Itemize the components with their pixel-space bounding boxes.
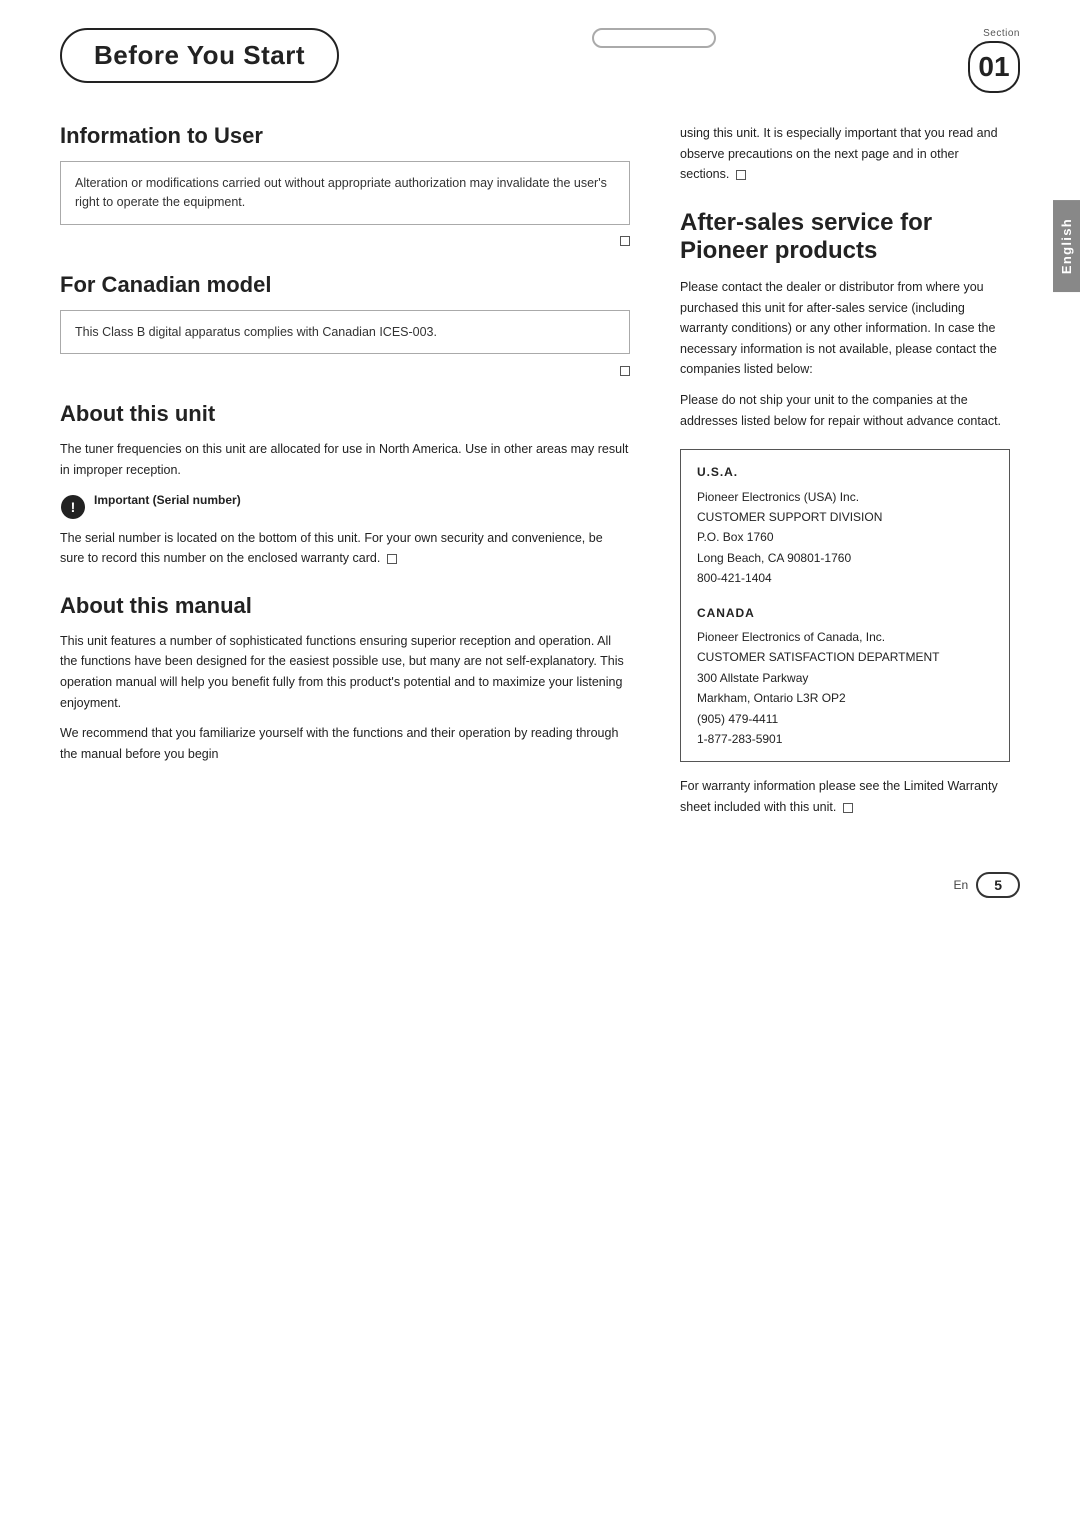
- empty-pill: [592, 28, 716, 48]
- square-icon-4: [736, 170, 746, 180]
- info-to-user-box: Alteration or modifications carried out …: [60, 161, 630, 225]
- usa-line2: CUSTOMER SUPPORT DIVISION: [697, 507, 993, 527]
- page-number: 5: [994, 877, 1002, 893]
- about-unit-heading: About this unit: [60, 401, 630, 427]
- section-badge-area: Section 01: [968, 28, 1020, 93]
- warranty-note: For warranty information please see the …: [680, 776, 1010, 817]
- square-icon-5: [843, 803, 853, 813]
- section-label: Section: [983, 28, 1020, 39]
- about-unit-body: The tuner frequencies on this unit are a…: [60, 439, 630, 480]
- important-note: ! Important (Serial number): [60, 493, 630, 520]
- info-to-user-heading: Information to User: [60, 123, 630, 149]
- before-you-start-label: Before You Start: [94, 40, 305, 70]
- canadian-model-section: For Canadian model This Class B digital …: [60, 272, 630, 378]
- square-icon-2: [620, 366, 630, 376]
- language-label: English: [1059, 218, 1074, 274]
- canada-line1: Pioneer Electronics of Canada, Inc.: [697, 627, 993, 647]
- en-label: En: [954, 878, 969, 892]
- before-you-start-badge: Before You Start: [60, 28, 339, 83]
- right-column: using this unit. It is especially import…: [660, 123, 1080, 842]
- usa-heading: U.S.A.: [697, 462, 993, 482]
- usa-line3: P.O. Box 1760: [697, 527, 993, 547]
- important-label: Important (Serial number): [94, 493, 241, 507]
- usa-line1: Pioneer Electronics (USA) Inc.: [697, 487, 993, 507]
- info-to-user-section: Information to User Alteration or modifi…: [60, 123, 630, 248]
- canadian-model-box: This Class B digital apparatus complies …: [60, 310, 630, 355]
- section-number-pill: 01: [968, 41, 1020, 93]
- after-sales-section: After-sales service for Pioneer products…: [680, 209, 1010, 818]
- canadian-model-icon-row: [60, 362, 630, 377]
- page: Before You Start Section 01 English Info…: [0, 0, 1080, 1529]
- info-to-user-icon-row: [60, 233, 630, 248]
- canada-line3: 300 Allstate Parkway: [697, 668, 993, 688]
- page-number-pill: 5: [976, 872, 1020, 898]
- left-column: Information to User Alteration or modifi…: [0, 123, 660, 842]
- canada-heading: CANADA: [697, 603, 993, 623]
- about-manual-body2: We recommend that you familiarize yourse…: [60, 723, 630, 764]
- canada-line6: 1-877-283-5901: [697, 729, 993, 749]
- continued-text: using this unit. It is especially import…: [680, 123, 1010, 185]
- canada-contact: CANADA Pioneer Electronics of Canada, In…: [697, 603, 993, 750]
- about-manual-section: About this manual This unit features a n…: [60, 593, 630, 765]
- info-to-user-text: Alteration or modifications carried out …: [75, 176, 607, 209]
- canadian-model-heading: For Canadian model: [60, 272, 630, 298]
- canada-line5: (905) 479-4411: [697, 709, 993, 729]
- canada-line2: CUSTOMER SATISFACTION DEPARTMENT: [697, 647, 993, 667]
- footer-bar: En 5: [0, 852, 1080, 898]
- top-bar: Before You Start Section 01: [0, 0, 1080, 93]
- square-icon-1: [620, 236, 630, 246]
- canadian-model-text: This Class B digital apparatus complies …: [75, 325, 437, 339]
- main-content: Information to User Alteration or modifi…: [0, 123, 1080, 842]
- about-manual-body1: This unit features a number of sophistic…: [60, 631, 630, 714]
- after-sales-body2: Please do not ship your unit to the comp…: [680, 390, 1010, 431]
- contact-box: U.S.A. Pioneer Electronics (USA) Inc. CU…: [680, 449, 1010, 762]
- svg-text:!: !: [71, 499, 76, 515]
- square-icon-3: [387, 554, 397, 564]
- important-body: The serial number is located on the bott…: [60, 528, 630, 569]
- after-sales-heading: After-sales service for Pioneer products: [680, 209, 1010, 265]
- english-tab: English: [1053, 200, 1080, 292]
- about-manual-heading: About this manual: [60, 593, 630, 619]
- important-icon: !: [60, 494, 86, 520]
- usa-contact: U.S.A. Pioneer Electronics (USA) Inc. CU…: [697, 462, 993, 588]
- section-number: 01: [978, 51, 1009, 83]
- usa-line4: Long Beach, CA 90801-1760: [697, 548, 993, 568]
- canada-line4: Markham, Ontario L3R OP2: [697, 688, 993, 708]
- about-unit-section: About this unit The tuner frequencies on…: [60, 401, 630, 569]
- after-sales-body1: Please contact the dealer or distributor…: [680, 277, 1010, 380]
- usa-line5: 800-421-1404: [697, 568, 993, 588]
